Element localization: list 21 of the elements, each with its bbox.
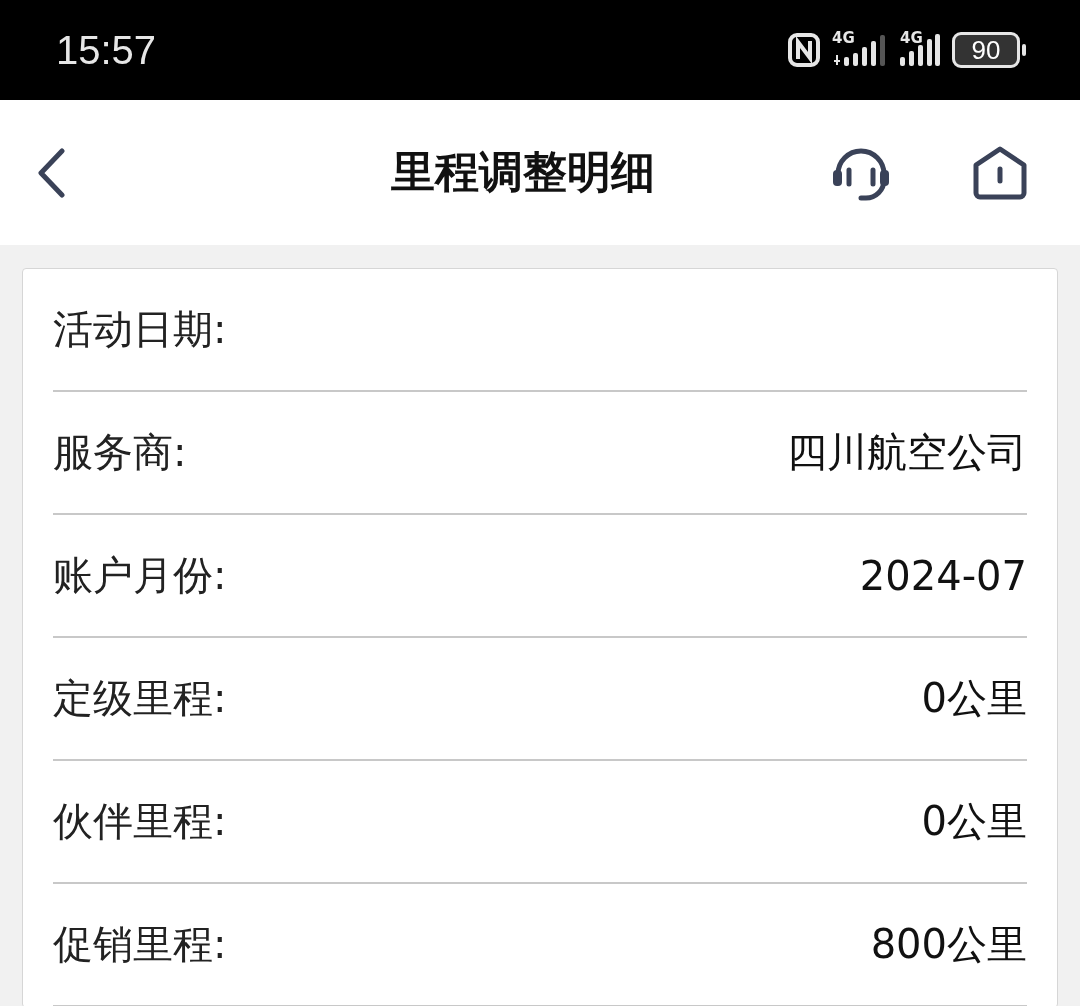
field-value: 0公里 [921,797,1027,846]
signal-icon [900,33,940,67]
field-value: 2024-07 [859,552,1027,599]
field-label: 伙伴里程: [53,797,227,846]
back-icon[interactable] [36,147,66,198]
status-time: 15:57 [56,27,157,73]
field-label: 账户月份: [53,551,227,600]
field-value: 四川航空公司 [787,428,1027,477]
field-value: 800公里 [870,920,1027,969]
network-type: 4G [832,29,855,47]
field-value: 0公里 [921,674,1027,723]
field-label: 服务商: [53,428,187,477]
page-title: 里程调整明细 [390,145,656,199]
home-icon[interactable] [972,144,1028,201]
network-type: 4G [900,29,923,47]
battery-indicator: 90 [952,32,1020,68]
nfc-icon [788,33,820,67]
field-label: 定级里程: [53,674,227,723]
signal-icon [832,33,888,67]
field-label: 促销里程: [53,920,227,969]
field-label: 活动日期: [53,305,227,354]
